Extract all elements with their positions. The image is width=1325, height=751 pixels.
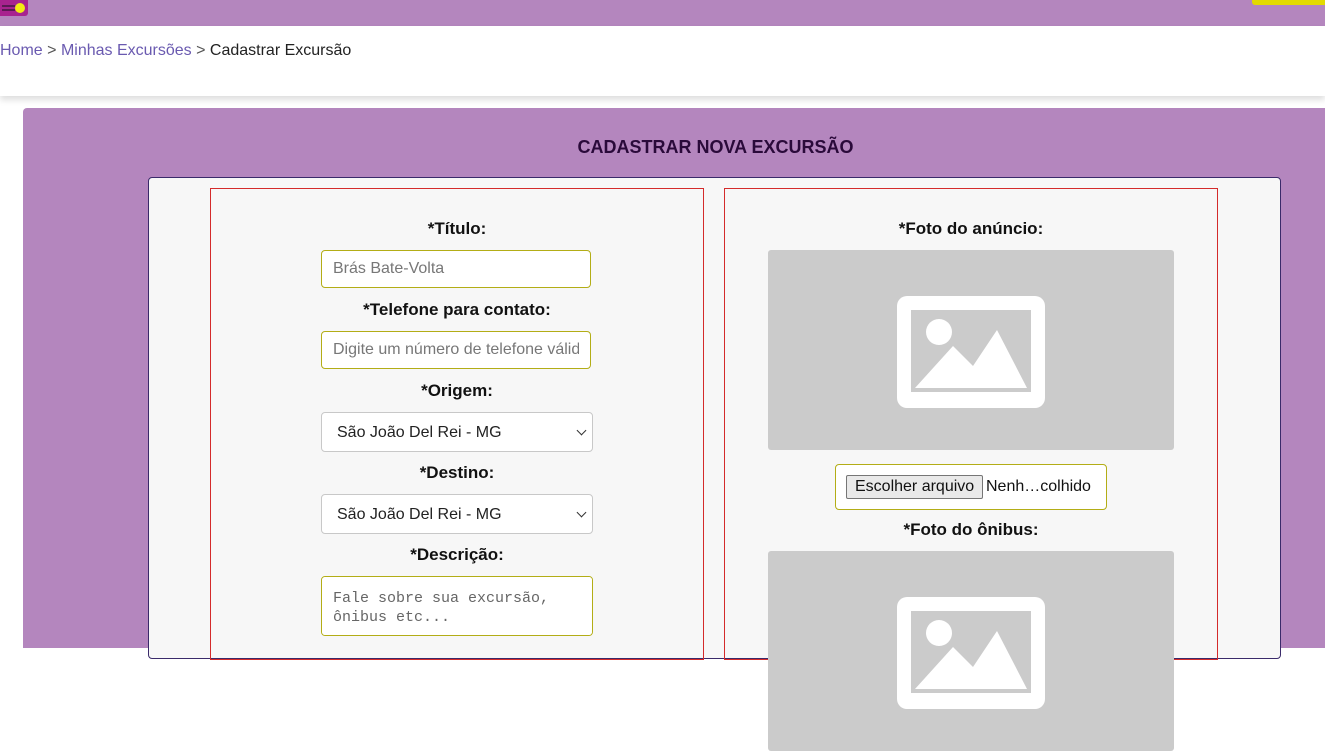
bus-photo-label: *Foto do ônibus: (903, 520, 1039, 539)
form-card: *Título: *Telefone para contato: *Origem… (148, 177, 1281, 751)
page-title: CADASTRAR NOVA EXCURSÃO (577, 137, 854, 157)
description-label: *Descrição: (410, 545, 504, 564)
choose-file-button[interactable]: Escolher arquivo (846, 475, 984, 499)
image-icon (897, 597, 1045, 709)
breadcrumb: Home > Minhas Excursões > Cadastrar Excu… (0, 42, 351, 60)
breadcrumb-current: Cadastrar Excursão (209, 42, 352, 59)
origin-select-value: São João Del Rei - MG (337, 424, 502, 441)
destination-select-value: São João Del Rei - MG (337, 506, 502, 523)
title-label: *Título: (427, 219, 487, 238)
breadcrumb-separator: > (47, 42, 57, 59)
title-input[interactable] (321, 250, 591, 288)
logo-icon[interactable] (0, 0, 28, 16)
origin-select[interactable]: São João Del Rei - MG (321, 412, 593, 452)
image-icon (897, 296, 1045, 408)
origin-label: *Origem: (421, 381, 493, 400)
logo-dot (15, 3, 25, 13)
ad-photo-label: *Foto do anúncio: (898, 219, 1044, 238)
description-textarea[interactable] (321, 576, 593, 636)
photos-column: *Foto do anúncio: Escolher arquivo Nenh…… (724, 188, 1218, 751)
breadcrumb-my-excursions-link[interactable]: Minhas Excursões (61, 42, 192, 59)
ad-photo-file-input[interactable]: Escolher arquivo Nenh…colhido (835, 464, 1107, 510)
breadcrumb-home-link[interactable]: Home (0, 42, 43, 59)
destination-select[interactable]: São João Del Rei - MG (321, 494, 593, 534)
phone-label: *Telefone para contato: (363, 300, 551, 319)
details-column: *Título: *Telefone para contato: *Origem… (210, 188, 704, 660)
logo-line (2, 5, 15, 7)
chevron-down-icon (576, 507, 587, 518)
logo-line (2, 9, 15, 11)
file-status-text: Nenh…colhido (986, 478, 1091, 495)
navbar-button[interactable] (1252, 0, 1325, 5)
top-navbar (0, 0, 1325, 26)
destination-label: *Destino: (419, 463, 495, 482)
ad-photo-preview (768, 250, 1174, 450)
bus-photo-preview (768, 551, 1174, 751)
phone-input[interactable] (321, 331, 591, 369)
breadcrumb-separator: > (196, 42, 206, 59)
breadcrumb-bar: Home > Minhas Excursões > Cadastrar Excu… (0, 26, 1325, 96)
form-panel: CADASTRAR NOVA EXCURSÃO *Título: *Telefo… (23, 108, 1325, 751)
chevron-down-icon (576, 425, 587, 436)
